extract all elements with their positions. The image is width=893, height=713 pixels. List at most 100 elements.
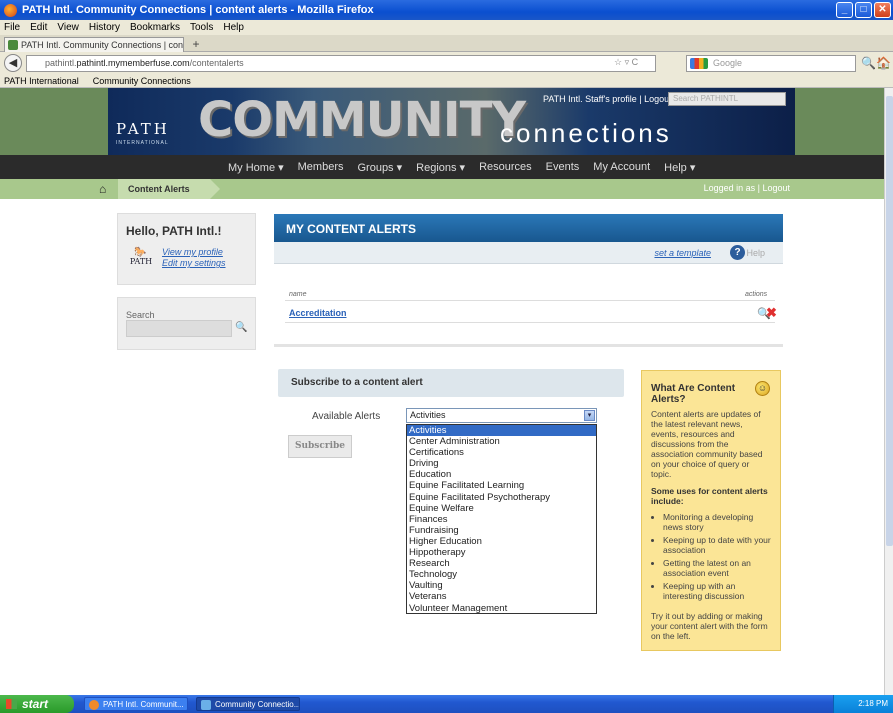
browser-tab[interactable]: PATH Intl. Community Connections | conte… — [4, 37, 184, 52]
session-logout-link[interactable]: | Logout — [758, 183, 790, 193]
url-bar-tools[interactable]: ☆ ▿ C — [614, 55, 638, 70]
view-profile-link[interactable]: View my profile — [162, 247, 223, 257]
nav-help[interactable]: Help ▾ — [664, 161, 695, 174]
dropdown-option[interactable]: Hippotherapy — [407, 547, 596, 558]
scrollbar-thumb[interactable] — [886, 96, 893, 546]
brand-connections: connections — [500, 118, 672, 148]
nav-resources[interactable]: Resources — [479, 161, 532, 173]
navigation-bar: ◀ pathintl.pathintl.mymemberfuse.com/con… — [0, 52, 893, 74]
available-alerts-label: Available Alerts — [312, 411, 381, 422]
greeting-title: Hello, PATH Intl.! — [126, 224, 222, 238]
nav-my-home[interactable]: My Home ▾ — [228, 161, 284, 174]
dropdown-option[interactable]: Education — [407, 469, 596, 480]
dropdown-option[interactable]: Research — [407, 558, 596, 569]
page-scrollbar[interactable] — [884, 88, 893, 695]
minimize-button[interactable]: _ — [836, 2, 853, 18]
tab-bar: PATH Intl. Community Connections | conte… — [0, 35, 893, 52]
dropdown-option[interactable]: Equine Welfare — [407, 503, 596, 514]
dropdown-option[interactable]: Higher Education — [407, 536, 596, 547]
dropdown-option[interactable]: Equine Facilitated Psychotherapy — [407, 492, 596, 503]
menu-file[interactable]: File — [4, 22, 20, 33]
dropdown-option[interactable]: Driving — [407, 458, 596, 469]
bookmark-path-international[interactable]: PATH International — [4, 76, 79, 86]
dropdown-option[interactable]: Finances — [407, 514, 596, 525]
breadcrumb: ⌂ Content Alerts Logged in as | Logout — [0, 179, 884, 199]
taskbar-item-community[interactable]: Community Connectio... — [196, 697, 300, 711]
url-path: /contentalerts — [189, 58, 244, 68]
help-icon[interactable]: ? — [730, 245, 745, 260]
home-icon[interactable]: ⌂ — [99, 182, 106, 196]
firefox-icon — [4, 3, 17, 17]
info-title: What Are Content Alerts? — [651, 383, 736, 405]
main-navigation: My Home ▾ Members Groups ▾ Regions ▾ Res… — [0, 155, 884, 179]
taskbar-item-firefox[interactable]: PATH Intl. Communit... — [84, 697, 188, 711]
site-banner: PATH INTERNATIONAL COMMUNITY connections… — [108, 88, 795, 155]
path-logo[interactable]: PATH — [116, 120, 170, 138]
dropdown-option[interactable]: Activities — [407, 425, 596, 437]
subscribe-panel-title: Subscribe to a content alert — [278, 369, 624, 397]
menu-view[interactable]: View — [57, 22, 79, 33]
set-template-link[interactable]: set a template — [654, 248, 711, 258]
alert-row-link[interactable]: Accreditation — [289, 308, 347, 318]
dropdown-option[interactable]: Equine Facilitated Learning — [407, 480, 596, 491]
path-logo-subtitle: INTERNATIONAL — [116, 140, 169, 146]
chevron-down-icon[interactable]: ▾ — [584, 410, 595, 421]
staff-profile-link[interactable]: PATH Intl. Staff's profile — [543, 94, 637, 104]
dropdown-option[interactable]: Volunteer Management — [407, 603, 596, 614]
dropdown-option[interactable]: Center Administration — [407, 436, 596, 447]
menu-edit[interactable]: Edit — [30, 22, 47, 33]
search-icon[interactable]: 🔍 — [235, 322, 247, 333]
edit-settings-link[interactable]: Edit my settings — [162, 258, 226, 268]
maximize-button[interactable]: □ — [855, 2, 872, 18]
table-divider — [285, 300, 775, 301]
brand-community: COMMUNITY — [198, 92, 526, 148]
menu-history[interactable]: History — [89, 22, 120, 33]
dropdown-option[interactable]: Certifications — [407, 447, 596, 458]
dropdown-option[interactable]: Technology — [407, 569, 596, 580]
windows-taskbar: start PATH Intl. Communit... Community C… — [0, 695, 893, 713]
list-item: Getting the latest on an association eve… — [663, 558, 771, 578]
nav-my-account[interactable]: My Account — [593, 161, 650, 173]
url-prefix: pathintl. — [45, 58, 77, 68]
tab-title: PATH Intl. Community Connections | conte… — [21, 40, 184, 50]
info-intro: Content alerts are updates of the latest… — [651, 409, 763, 479]
sidebar-search-panel: Search 🔍 — [117, 297, 256, 350]
help-link[interactable]: Help — [746, 248, 765, 258]
available-alerts-select[interactable]: Activities ▾ — [406, 408, 597, 423]
menu-tools[interactable]: Tools — [190, 22, 213, 33]
info-footer: Try it out by adding or making your cont… — [651, 611, 768, 641]
nav-members[interactable]: Members — [298, 161, 344, 173]
session-info: Logged in as | Logout — [704, 183, 790, 193]
alerts-panel-bottom — [274, 344, 783, 347]
subscribe-button[interactable]: Subscribe — [288, 435, 352, 458]
nav-regions[interactable]: Regions ▾ — [416, 161, 465, 174]
nav-groups[interactable]: Groups ▾ — [357, 161, 402, 174]
menu-help[interactable]: Help — [223, 22, 244, 33]
system-tray-clock: 2:18 PM — [833, 695, 893, 713]
browser-search-input[interactable]: Google — [686, 55, 856, 72]
menu-bookmarks[interactable]: Bookmarks — [130, 22, 180, 33]
nav-events[interactable]: Events — [546, 161, 580, 173]
new-tab-button[interactable]: + — [188, 38, 204, 51]
info-subtitle: Some uses for content alerts include: — [651, 486, 768, 506]
site-search-input[interactable]: Search PATHINTL — [668, 92, 786, 106]
start-button[interactable]: start — [0, 695, 74, 713]
dropdown-option[interactable]: Vaulting — [407, 580, 596, 591]
address-bar[interactable]: pathintl.pathintl.mymemberfuse.com/conte… — [26, 55, 656, 72]
smiley-icon: ☺ — [755, 381, 770, 396]
list-item: Keeping up with an interesting discussio… — [663, 581, 771, 601]
url-domain: pathintl.mymemberfuse.com — [76, 58, 190, 68]
delete-alert-icon[interactable]: ✖ — [766, 305, 777, 321]
close-button[interactable]: ✕ — [874, 2, 891, 18]
sidebar-search-input[interactable] — [126, 320, 232, 337]
alerts-dropdown-list: Activities Center Administration Certifica… — [406, 424, 597, 614]
google-icon — [690, 58, 708, 69]
back-button[interactable]: ◀ — [4, 54, 22, 72]
bookmark-community-connections[interactable]: Community Connections — [93, 76, 191, 86]
dropdown-option[interactable]: Veterans — [407, 591, 596, 602]
home-icon[interactable]: 🏠 — [876, 56, 891, 70]
info-uses-list: Monitoring a developing news story Keepi… — [651, 512, 771, 601]
dropdown-option[interactable]: Fundraising — [407, 525, 596, 536]
site-favicon-icon — [8, 40, 18, 50]
search-glass-icon[interactable]: 🔍 — [861, 56, 876, 70]
